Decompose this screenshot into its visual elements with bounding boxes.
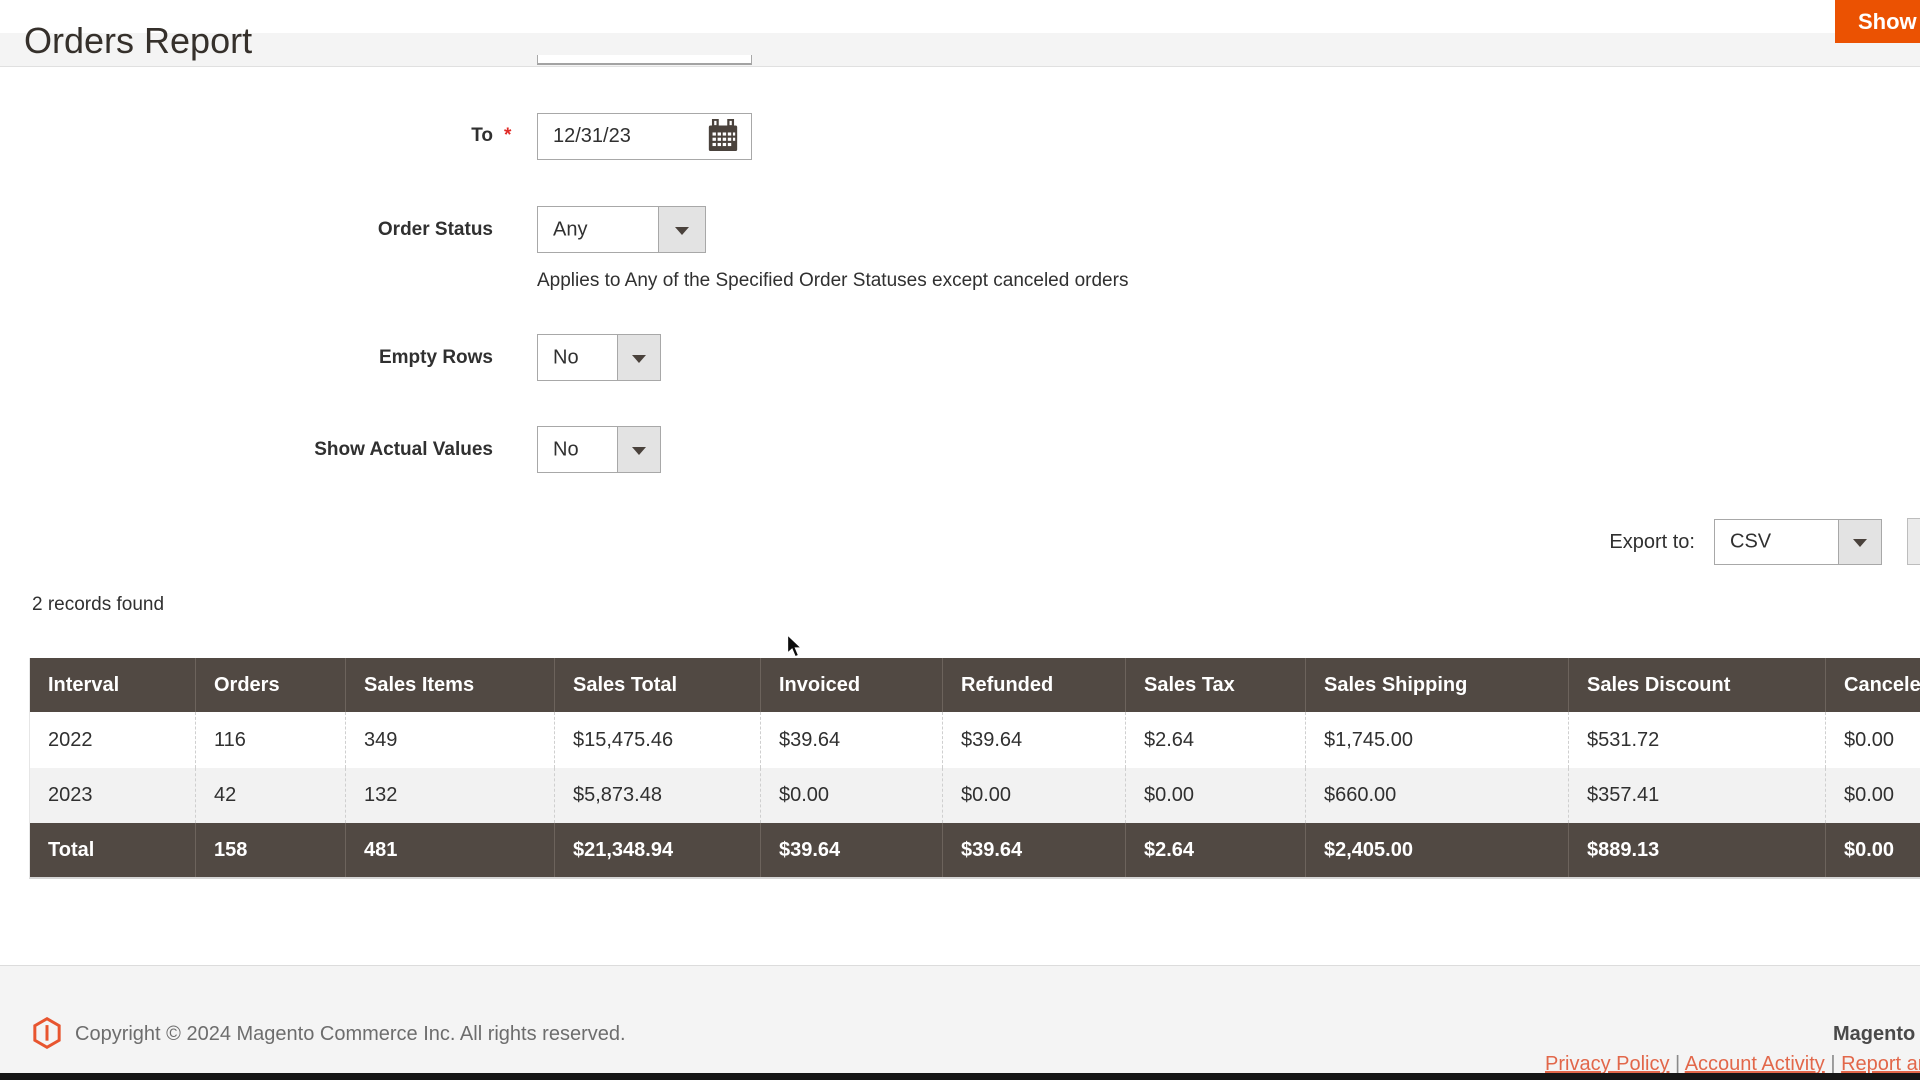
table-cell: $2.64 — [1125, 823, 1305, 877]
table-cell: $1,745.00 — [1305, 712, 1568, 768]
table-cell: 132 — [345, 768, 554, 823]
required-asterisk: * — [504, 125, 511, 147]
dropdown-arrow-box[interactable] — [617, 427, 660, 472]
table-cell: 2022 — [30, 712, 195, 768]
table-cell: $0.00 — [942, 768, 1125, 823]
table-cell: 481 — [345, 823, 554, 877]
table-cell: $39.64 — [942, 712, 1125, 768]
empty-rows-select[interactable]: No — [537, 334, 661, 381]
column-header-sales-items: Sales Items — [345, 658, 554, 712]
footer-link-report-an-issue[interactable]: Report an Issue — [1841, 1053, 1920, 1075]
magento-logo-icon — [33, 1017, 61, 1049]
column-header-orders: Orders — [195, 658, 345, 712]
footer-link-separator: | — [1669, 1053, 1684, 1075]
bottom-edge-strip — [0, 1073, 1920, 1080]
table-cell: 158 — [195, 823, 345, 877]
table-cell: $15,475.46 — [554, 712, 760, 768]
dropdown-arrow-box[interactable] — [658, 207, 705, 252]
column-header-canceled: Canceled — [1825, 658, 1920, 712]
table-row: 202342132$5,873.48$0.00$0.00$0.00$660.00… — [30, 768, 1920, 823]
table-header-row: IntervalOrdersSales ItemsSales TotalInvo… — [30, 658, 1920, 712]
show-actual-values-select[interactable]: No — [537, 426, 661, 473]
empty-rows-selected-value: No — [553, 346, 579, 369]
column-header-sales-shipping: Sales Shipping — [1305, 658, 1568, 712]
table-cell: 116 — [195, 712, 345, 768]
table-cell: $357.41 — [1568, 768, 1825, 823]
header-divider-band — [0, 33, 1920, 67]
export-format-select[interactable]: CSV — [1714, 519, 1882, 565]
dropdown-arrow-icon — [632, 354, 646, 362]
column-header-refunded: Refunded — [942, 658, 1125, 712]
dropdown-arrow-icon — [632, 446, 646, 454]
table-cell: 42 — [195, 768, 345, 823]
table-cell: $5,873.48 — [554, 768, 760, 823]
dropdown-arrow-box[interactable] — [1838, 520, 1881, 564]
table-cell: $660.00 — [1305, 768, 1568, 823]
table-cell: $21,348.94 — [554, 823, 760, 877]
column-header-interval: Interval — [30, 658, 195, 712]
show-actual-values-selected-value: No — [553, 438, 579, 461]
footer-link-account-activity[interactable]: Account Activity — [1685, 1053, 1825, 1075]
column-header-sales-total: Sales Total — [554, 658, 760, 712]
table-cell: $39.64 — [760, 823, 942, 877]
table-cell: 2023 — [30, 768, 195, 823]
table-cell: Total — [30, 823, 195, 877]
calendar-icon[interactable] — [698, 118, 748, 156]
dropdown-arrow-icon — [1853, 539, 1867, 547]
orders-report-table: IntervalOrdersSales ItemsSales TotalInvo… — [29, 658, 1920, 879]
order-status-note: Applies to Any of the Specified Order St… — [537, 270, 1128, 292]
magento-logo — [33, 1017, 61, 1054]
dropdown-arrow-icon — [675, 226, 689, 234]
calendar-icon-glyph — [706, 119, 740, 153]
table-cell: $39.64 — [942, 823, 1125, 877]
table-cell: $531.72 — [1568, 712, 1825, 768]
column-header-sales-tax: Sales Tax — [1125, 658, 1305, 712]
column-header-sales-discount: Sales Discount — [1568, 658, 1825, 712]
copyright-text: Copyright © 2024 Magento Commerce Inc. A… — [75, 1023, 626, 1046]
records-found-text: 2 records found — [32, 594, 164, 616]
footer-link-privacy-policy[interactable]: Privacy Policy — [1545, 1053, 1669, 1075]
orders-report-page: Orders Report Show To * Order Status Any… — [0, 0, 1920, 1080]
footer-link-separator: | — [1825, 1053, 1841, 1075]
page-title: Orders Report — [24, 20, 252, 62]
table-cell: $0.00 — [1825, 823, 1920, 877]
table-cell: $39.64 — [760, 712, 942, 768]
show-report-button[interactable]: Show — [1835, 0, 1920, 43]
footer-brand-text: Magento — [1833, 1023, 1915, 1046]
show-actual-values-label: Show Actual Values — [0, 439, 493, 461]
dropdown-arrow-box[interactable] — [617, 335, 660, 380]
table-cell: $0.00 — [1825, 712, 1920, 768]
table-total-row: Total158481$21,348.94$39.64$39.64$2.64$2… — [30, 823, 1920, 877]
export-format-selected-value: CSV — [1730, 531, 1771, 554]
order-status-select[interactable]: Any — [537, 206, 706, 253]
table-row: 2022116349$15,475.46$39.64$39.64$2.64$1,… — [30, 712, 1920, 768]
to-field-label: To — [0, 125, 493, 147]
table-cell: $0.00 — [1125, 768, 1305, 823]
from-date-field-partial[interactable] — [537, 55, 752, 65]
export-button-partial[interactable] — [1907, 518, 1920, 565]
page-header-bar — [0, 0, 1920, 33]
table-cell: $889.13 — [1568, 823, 1825, 877]
export-to-label: Export to: — [1495, 531, 1695, 554]
order-status-selected-value: Any — [553, 218, 587, 241]
column-header-invoiced: Invoiced — [760, 658, 942, 712]
table-cell: $2,405.00 — [1305, 823, 1568, 877]
table-cell: 349 — [345, 712, 554, 768]
table-cell: $0.00 — [1825, 768, 1920, 823]
empty-rows-label: Empty Rows — [0, 347, 493, 369]
table-cell: $2.64 — [1125, 712, 1305, 768]
table-cell: $0.00 — [760, 768, 942, 823]
order-status-label: Order Status — [0, 219, 493, 241]
